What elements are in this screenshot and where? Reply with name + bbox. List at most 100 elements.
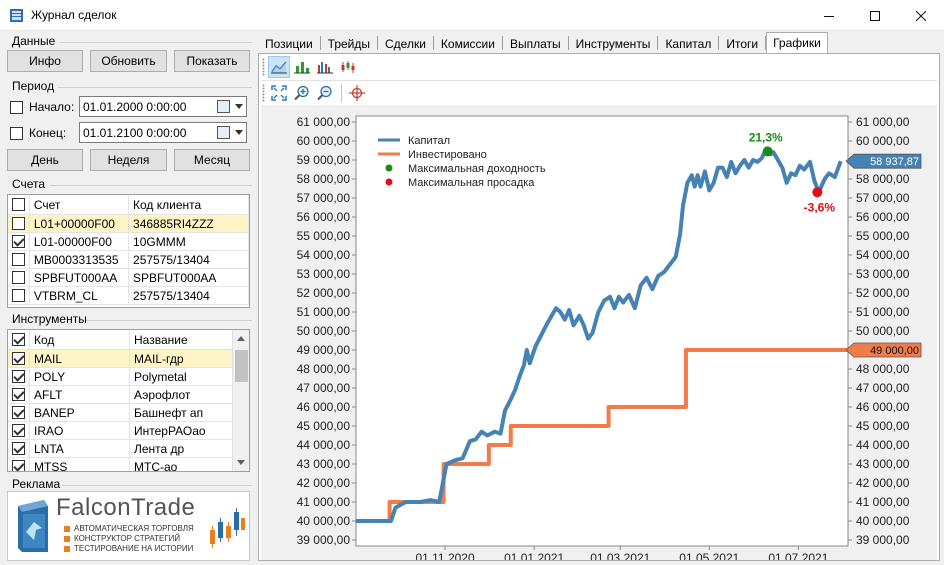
capital-chart[interactable]: 39 000,00 39 000,00 40 000,00 40 000,00 41 0… xyxy=(261,105,937,565)
y-tick-label-left: 39 000,00 xyxy=(297,533,351,547)
y-tick-label-right: 53 000,00 xyxy=(856,267,910,281)
zoom-in-icon[interactable] xyxy=(291,82,313,104)
row-checkbox[interactable] xyxy=(12,235,25,248)
chart-area[interactable]: 39 000,00 39 000,00 40 000,00 40 000,00 41 0… xyxy=(261,105,937,565)
day-button[interactable]: День xyxy=(7,149,83,171)
show-button[interactable]: Показать xyxy=(174,50,250,72)
y-tick-label-left: 49 000,00 xyxy=(297,343,351,357)
toolbar-grip xyxy=(262,84,265,102)
info-button[interactable]: Инфо xyxy=(7,50,83,72)
table-row[interactable]: MB0003313535 257575/13404 xyxy=(8,251,249,269)
row-checkbox[interactable] xyxy=(12,289,25,302)
column-header-client-code[interactable]: Код клиента xyxy=(129,195,249,214)
candlestick-chart-icon[interactable] xyxy=(337,56,359,78)
instruments-select-all-checkbox[interactable] xyxy=(12,333,25,346)
y-tick-label-left: 43 000,00 xyxy=(297,457,351,471)
y-tick-label-left: 50 000,00 xyxy=(297,324,351,338)
scroll-up-icon[interactable] xyxy=(237,336,245,341)
scroll-down-icon[interactable] xyxy=(237,460,245,465)
minimize-button[interactable] xyxy=(806,0,852,31)
month-button[interactable]: Месяц xyxy=(174,149,250,171)
tab-8[interactable]: Графики xyxy=(766,32,828,53)
row-checkbox[interactable] xyxy=(12,424,25,437)
row-checkbox[interactable] xyxy=(12,352,25,365)
table-row[interactable]: BANEP Башнефт ап xyxy=(8,404,249,422)
start-label: Начало: xyxy=(29,100,75,114)
table-row[interactable]: SPBFUT000AA SPBFUT000AA xyxy=(8,269,249,287)
end-date-picker[interactable]: 01.01.2100 0:00:00 xyxy=(79,122,247,143)
end-checkbox[interactable] xyxy=(10,126,23,140)
tab-7[interactable]: Итоги xyxy=(719,33,765,53)
start-row: Начало: xyxy=(10,96,75,118)
table-row[interactable]: IRAO ИнтерРАОао xyxy=(8,422,249,440)
tab-5[interactable]: Инструменты xyxy=(569,33,658,53)
row-checkbox[interactable] xyxy=(12,271,25,284)
table-row[interactable]: L01+00000F00 346885RI4ZZZ xyxy=(8,215,249,233)
client-code-cell: 10GMMM xyxy=(129,233,249,250)
y-tick-label-left: 59 000,00 xyxy=(297,153,351,167)
ad-brand: FalconTrade xyxy=(56,494,196,521)
column-header-name[interactable]: Название xyxy=(130,330,234,349)
falcontrade-ad-banner[interactable]: FalconTrade АВТОМАТИЧЕСКАЯ ТОРГОВЛЯ КОНС… xyxy=(7,491,250,561)
start-checkbox[interactable] xyxy=(10,100,23,114)
capital-tag-label: 58 937,87 xyxy=(870,156,919,168)
row-checkbox[interactable] xyxy=(12,460,25,471)
maximize-icon xyxy=(870,10,880,21)
tab-6[interactable]: Капитал xyxy=(658,33,718,53)
instruments-header-row: Код Название xyxy=(8,330,249,350)
ad-line: ТЕСТИРОВАНИЕ НА ИСТОРИИ xyxy=(64,544,193,553)
row-checkbox[interactable] xyxy=(12,370,25,383)
crosshair-icon[interactable] xyxy=(346,82,368,104)
y-tick-label-right: 45 000,00 xyxy=(856,419,910,433)
row-checkbox[interactable] xyxy=(12,442,25,455)
client-code-cell: SPBFUT000AA xyxy=(129,269,249,286)
table-row[interactable]: MTSS МТС-ао xyxy=(8,458,249,471)
refresh-button[interactable]: Обновить xyxy=(90,50,167,72)
zoom-out-icon[interactable] xyxy=(314,82,336,104)
accounts-divider xyxy=(50,185,252,186)
name-cell: Polymetal xyxy=(130,368,234,385)
y-tick-label-right: 41 000,00 xyxy=(856,495,910,509)
y-tick-label-right: 54 000,00 xyxy=(856,248,910,262)
tab-4[interactable]: Выплаты xyxy=(503,33,568,53)
left-panel: Данные Инфо Обновить Показать Период Нач… xyxy=(0,31,256,565)
period-divider xyxy=(58,87,252,88)
row-checkbox[interactable] xyxy=(12,217,25,230)
close-button[interactable] xyxy=(898,0,944,31)
area-chart-icon[interactable] xyxy=(268,56,290,78)
table-row[interactable]: MAIL MAIL-гдр xyxy=(8,350,249,368)
y-tick-label-left: 58 000,00 xyxy=(297,172,351,186)
accounts-select-all-checkbox[interactable] xyxy=(12,198,25,211)
maximize-button[interactable] xyxy=(852,0,898,31)
y-tick-label-right: 42 000,00 xyxy=(856,476,910,490)
start-date-picker[interactable]: 01.01.2000 0:00:00 xyxy=(79,96,247,117)
account-cell: L01-00000F00 xyxy=(30,233,130,250)
tab-2[interactable]: Сделки xyxy=(378,33,433,53)
table-row[interactable]: AFLT Аэрофлот xyxy=(8,386,249,404)
dropdown-arrow-icon xyxy=(235,104,243,109)
row-checkbox[interactable] xyxy=(12,388,25,401)
y-tick-label-right: 52 000,00 xyxy=(856,286,910,300)
code-cell: MAIL xyxy=(30,350,130,367)
fit-to-screen-icon[interactable] xyxy=(268,82,290,104)
instruments-scrollbar[interactable] xyxy=(232,330,249,471)
scroll-thumb[interactable] xyxy=(235,350,248,382)
table-row[interactable]: VTBRM_CL 257575/13404 xyxy=(8,287,249,305)
end-row: Конец: xyxy=(10,122,75,144)
column-chart-icon[interactable] xyxy=(314,56,336,78)
tab-3[interactable]: Комиссии xyxy=(434,33,502,53)
dropdown-arrow-icon xyxy=(235,130,243,135)
y-tick-label-left: 61 000,00 xyxy=(297,115,351,129)
table-row[interactable]: L01-00000F00 10GMMM xyxy=(8,233,249,251)
bar-chart-icon[interactable] xyxy=(291,56,313,78)
tab-1[interactable]: Трейды xyxy=(321,33,377,53)
y-tick-label-right: 47 000,00 xyxy=(856,381,910,395)
tab-0[interactable]: Позиции xyxy=(258,33,320,53)
row-checkbox[interactable] xyxy=(12,253,25,266)
column-header-account[interactable]: Счет xyxy=(30,195,130,214)
row-checkbox[interactable] xyxy=(12,406,25,419)
table-row[interactable]: LNTA Лента др xyxy=(8,440,249,458)
column-header-code[interactable]: Код xyxy=(30,330,130,349)
table-row[interactable]: POLY Polymetal xyxy=(8,368,249,386)
week-button[interactable]: Неделя xyxy=(90,149,167,171)
